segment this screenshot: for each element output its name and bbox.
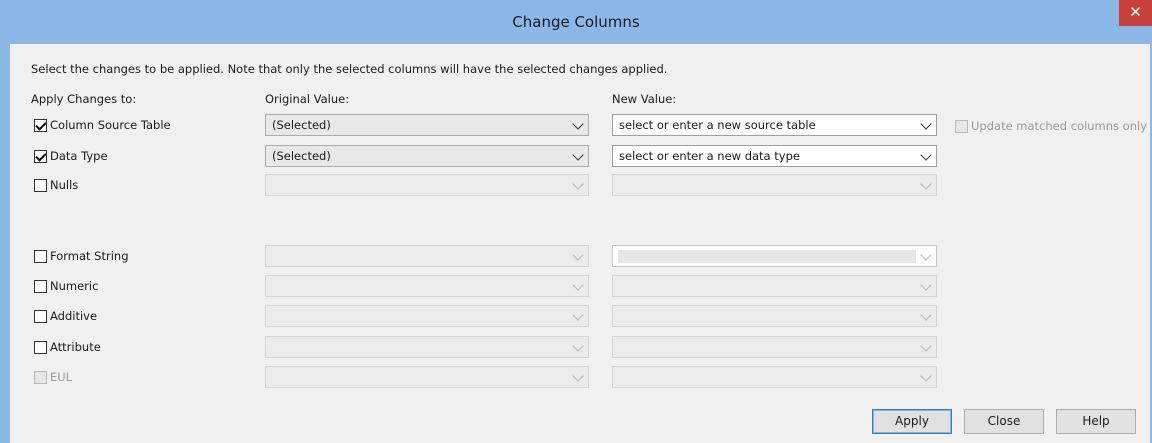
row-data-type: Data Type (Selected) select or enter a n… bbox=[10, 145, 1150, 167]
update-matched-checkbox[interactable] bbox=[955, 119, 968, 133]
chevron-down-icon[interactable] bbox=[572, 370, 584, 382]
row-attribute: Attribute bbox=[10, 336, 1150, 358]
checkbox-label: Data Type bbox=[50, 149, 108, 163]
checkbox-additive[interactable]: Additive bbox=[34, 308, 97, 324]
checkbox-label: Additive bbox=[50, 309, 98, 323]
chevron-down-icon[interactable] bbox=[572, 249, 584, 261]
original-value-combo[interactable]: (Selected) bbox=[265, 114, 589, 136]
combo-value: (Selected) bbox=[272, 118, 331, 132]
checkbox-box[interactable] bbox=[34, 309, 47, 323]
row-numeric: Numeric bbox=[10, 275, 1150, 297]
original-value-header: Original Value: bbox=[265, 92, 350, 106]
new-value-combo[interactable] bbox=[612, 305, 937, 327]
original-value-combo[interactable] bbox=[265, 305, 589, 327]
chevron-down-icon[interactable] bbox=[920, 279, 932, 291]
checkbox-box[interactable] bbox=[34, 178, 47, 192]
checkbox-numeric[interactable]: Numeric bbox=[34, 278, 98, 294]
apply-button[interactable]: Apply bbox=[872, 409, 952, 434]
checkbox-attribute[interactable]: Attribute bbox=[34, 339, 101, 355]
new-value-header: New Value: bbox=[612, 92, 677, 106]
new-value-combo[interactable] bbox=[612, 366, 937, 388]
chevron-down-icon[interactable] bbox=[572, 340, 584, 352]
combo-placeholder: select or enter a new data type bbox=[619, 149, 800, 163]
original-value-combo[interactable]: (Selected) bbox=[265, 145, 589, 167]
chevron-down-icon[interactable] bbox=[572, 309, 584, 321]
chevron-down-icon[interactable] bbox=[572, 178, 584, 190]
checkbox-box[interactable] bbox=[34, 149, 47, 163]
new-value-combo[interactable]: select or enter a new data type bbox=[612, 145, 937, 167]
checkbox-format-string[interactable]: Format String bbox=[34, 248, 129, 264]
checkbox-box[interactable] bbox=[34, 279, 47, 293]
checkbox-label: EUL bbox=[50, 370, 73, 384]
chevron-down-icon[interactable] bbox=[572, 149, 584, 161]
instructions-text: Select the changes to be applied. Note t… bbox=[31, 62, 668, 76]
original-value-combo[interactable] bbox=[265, 245, 589, 267]
checkbox-column-source-table[interactable]: Column Source Table bbox=[34, 117, 171, 133]
checkbox-label: Column Source Table bbox=[50, 118, 171, 132]
checkbox-box[interactable] bbox=[34, 370, 47, 384]
combo-value: (Selected) bbox=[272, 149, 331, 163]
change-columns-dialog: Change Columns ✕ Select the changes to b… bbox=[0, 0, 1152, 443]
update-matched-label: Update matched columns only bbox=[971, 119, 1148, 133]
checkbox-label: Nulls bbox=[50, 178, 79, 192]
chevron-down-icon[interactable] bbox=[920, 370, 932, 382]
combo-placeholder: select or enter a new source table bbox=[619, 118, 816, 132]
original-value-combo[interactable] bbox=[265, 336, 589, 358]
help-button[interactable]: Help bbox=[1056, 409, 1136, 434]
checkbox-eul[interactable]: EUL bbox=[34, 369, 72, 385]
title-bar: Change Columns ✕ bbox=[0, 0, 1152, 44]
chevron-down-icon[interactable] bbox=[920, 178, 932, 190]
update-matched-columns-only[interactable]: Update matched columns only bbox=[955, 119, 1147, 133]
checkbox-box[interactable] bbox=[34, 118, 47, 132]
row-additive: Additive bbox=[10, 305, 1150, 327]
chevron-down-icon[interactable] bbox=[920, 149, 932, 161]
row-eul: EUL bbox=[10, 366, 1150, 388]
chevron-down-icon[interactable] bbox=[920, 309, 932, 321]
checkbox-data-type[interactable]: Data Type bbox=[34, 148, 108, 164]
row-format-string: Format String bbox=[10, 245, 1150, 267]
close-button[interactable]: Close bbox=[964, 409, 1044, 434]
chevron-down-icon[interactable] bbox=[572, 279, 584, 291]
apply-changes-header: Apply Changes to: bbox=[31, 92, 137, 106]
checkbox-label: Attribute bbox=[50, 340, 101, 354]
format-string-combo[interactable] bbox=[612, 245, 937, 267]
checkbox-box[interactable] bbox=[34, 340, 47, 354]
checkbox-label: Format String bbox=[50, 249, 129, 263]
dialog-title: Change Columns bbox=[512, 13, 640, 31]
chevron-down-icon[interactable] bbox=[920, 118, 932, 130]
new-value-combo[interactable] bbox=[612, 174, 937, 196]
chevron-down-icon[interactable] bbox=[920, 340, 932, 352]
checkbox-nulls[interactable]: Nulls bbox=[34, 177, 78, 193]
row-nulls: Nulls bbox=[10, 174, 1150, 196]
checkbox-box[interactable] bbox=[34, 249, 47, 263]
close-icon[interactable]: ✕ bbox=[1119, 0, 1152, 26]
dialog-body: Select the changes to be applied. Note t… bbox=[10, 44, 1150, 443]
chevron-down-icon[interactable] bbox=[920, 249, 932, 261]
new-value-combo[interactable]: select or enter a new source table bbox=[612, 114, 937, 136]
chevron-down-icon[interactable] bbox=[572, 118, 584, 130]
edit-area[interactable] bbox=[618, 250, 916, 263]
new-value-combo[interactable] bbox=[612, 336, 937, 358]
new-value-combo[interactable] bbox=[612, 275, 937, 297]
original-value-combo[interactable] bbox=[265, 366, 589, 388]
original-value-combo[interactable] bbox=[265, 174, 589, 196]
checkbox-label: Numeric bbox=[50, 279, 99, 293]
original-value-combo[interactable] bbox=[265, 275, 589, 297]
